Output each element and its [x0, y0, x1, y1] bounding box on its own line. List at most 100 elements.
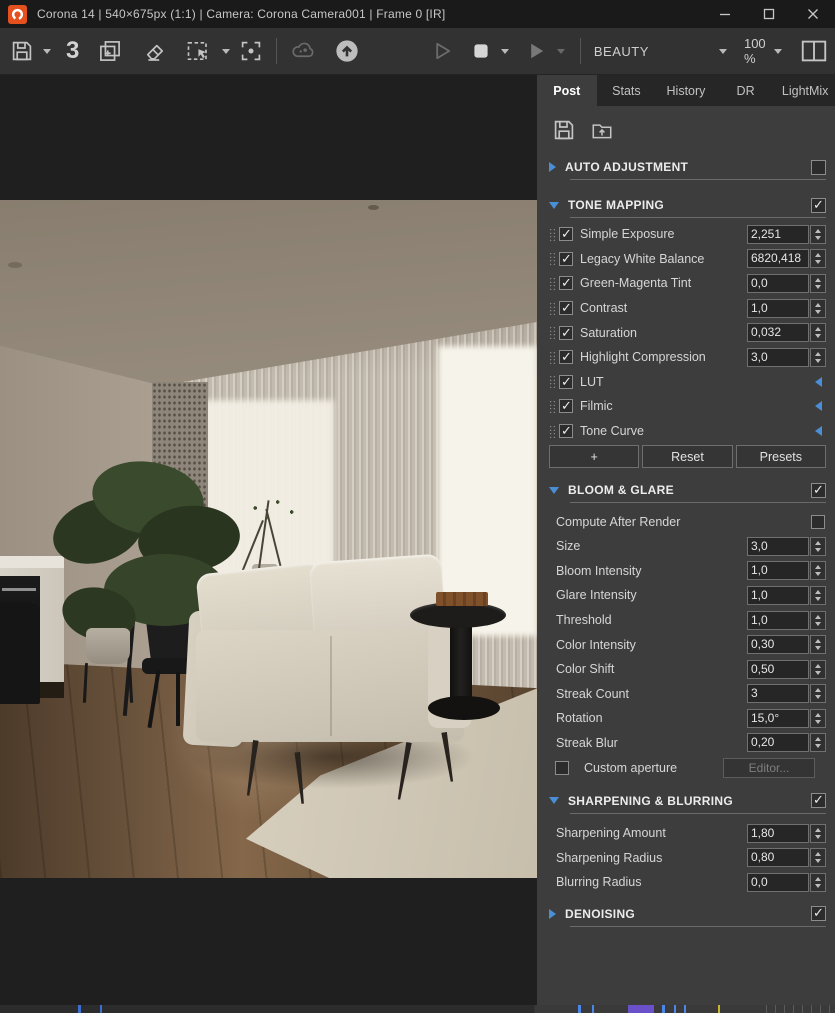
compute-after-render-checkbox[interactable] — [811, 514, 825, 529]
custom-aperture-checkbox[interactable] — [555, 760, 569, 775]
3dsmax-button[interactable]: 3 — [58, 37, 87, 65]
stop-dropdown-caret-icon[interactable] — [501, 48, 510, 54]
param-value-input[interactable]: 2,251 — [747, 224, 809, 244]
param-checkbox[interactable] — [559, 275, 573, 291]
spinner-arrows[interactable] — [810, 708, 826, 728]
spinner-arrows[interactable] — [810, 561, 826, 581]
start-render-button[interactable] — [520, 34, 552, 68]
drag-handle-icon[interactable] — [549, 399, 556, 413]
bloom-glare-checkbox[interactable] — [811, 482, 826, 498]
expand-left-triangle-icon[interactable] — [815, 376, 822, 387]
region-render-button[interactable] — [181, 34, 217, 68]
presets-button[interactable]: Presets — [735, 445, 826, 469]
render-cloud-button[interactable] — [286, 34, 322, 68]
duplicate-to-new-vfb-button[interactable] — [93, 34, 127, 68]
spinner-arrows[interactable] — [810, 323, 826, 343]
spinner-arrows[interactable] — [810, 536, 826, 556]
param-value-input[interactable]: 1,80 — [747, 823, 809, 843]
param-checkbox[interactable] — [559, 226, 573, 242]
render-element-dropdown[interactable]: BEAUTY — [594, 44, 730, 59]
tone-mapping-checkbox[interactable] — [811, 197, 826, 213]
param-value-input[interactable]: 15,0° — [747, 708, 809, 728]
clear-vfb-button[interactable] — [139, 34, 171, 68]
spinner-arrows[interactable] — [810, 347, 826, 367]
param-value-input[interactable]: 0,30 — [747, 635, 809, 655]
param-value-input[interactable]: 3 — [747, 684, 809, 704]
denoising-checkbox[interactable] — [811, 905, 826, 922]
spinner-arrows[interactable] — [810, 733, 826, 753]
param-value-input[interactable]: 1,0 — [747, 298, 809, 318]
section-auto-adjustment[interactable]: AUTO ADJUSTMENT — [549, 157, 826, 180]
spinner-arrows[interactable] — [810, 585, 826, 605]
tab-lightmix[interactable]: LightMix — [775, 75, 835, 106]
param-value-input[interactable]: 0,20 — [747, 733, 809, 753]
spinner-arrows[interactable] — [810, 224, 826, 244]
param-value-input[interactable]: 0,032 — [747, 323, 809, 343]
spinner-arrows[interactable] — [810, 659, 826, 679]
param-value-input[interactable]: 6820,418 — [747, 249, 809, 269]
save-settings-button[interactable] — [551, 117, 577, 143]
save-dropdown-caret-icon[interactable] — [43, 48, 51, 54]
maximize-button[interactable] — [747, 0, 791, 28]
spinner-arrows[interactable] — [810, 823, 826, 843]
load-settings-button[interactable] — [589, 117, 615, 143]
collapse-triangle-icon[interactable] — [549, 797, 559, 805]
expand-left-triangle-icon[interactable] — [815, 401, 822, 412]
tab-history[interactable]: History — [656, 75, 716, 106]
corona-upload-button[interactable] — [330, 34, 364, 68]
param-checkbox[interactable] — [559, 423, 573, 439]
param-checkbox[interactable] — [559, 300, 573, 316]
drag-handle-icon[interactable] — [549, 301, 556, 315]
stop-render-button[interactable] — [466, 34, 496, 68]
add-operator-button[interactable]: + — [549, 445, 640, 469]
drag-handle-icon[interactable] — [549, 350, 556, 364]
param-value-input[interactable]: 0,0 — [747, 872, 809, 892]
section-sharpening-blurring[interactable]: SHARPENING & BLURRING — [549, 791, 826, 814]
param-checkbox[interactable] — [559, 325, 573, 341]
tab-dr[interactable]: DR — [716, 75, 776, 106]
spinner-arrows[interactable] — [810, 872, 826, 892]
reset-button[interactable]: Reset — [642, 445, 733, 469]
param-checkbox[interactable] — [559, 374, 573, 390]
spinner-arrows[interactable] — [810, 273, 826, 293]
close-button[interactable] — [791, 0, 835, 28]
focus-pixel-button[interactable] — [235, 34, 267, 68]
param-value-input[interactable]: 1,0 — [747, 585, 809, 605]
spinner-arrows[interactable] — [810, 848, 826, 868]
section-bloom-glare[interactable]: BLOOM & GLARE — [549, 480, 826, 504]
param-value-input[interactable]: 3,0 — [747, 536, 809, 556]
drag-handle-icon[interactable] — [549, 227, 556, 241]
spinner-arrows[interactable] — [810, 298, 826, 318]
save-image-button[interactable] — [6, 34, 38, 68]
ab-compare-button[interactable] — [795, 34, 833, 68]
section-denoising[interactable]: DENOISING — [549, 904, 826, 927]
param-value-input[interactable]: 1,0 — [747, 610, 809, 630]
zoom-dropdown[interactable]: 100 % — [744, 36, 785, 66]
spinner-arrows[interactable] — [810, 610, 826, 630]
collapse-triangle-icon[interactable] — [549, 201, 559, 209]
param-value-input[interactable]: 0,80 — [747, 848, 809, 868]
tab-stats[interactable]: Stats — [597, 75, 657, 106]
param-checkbox[interactable] — [559, 251, 573, 267]
spinner-arrows[interactable] — [810, 635, 826, 655]
expand-triangle-icon[interactable] — [549, 162, 556, 172]
render-start-ir-button[interactable] — [426, 34, 458, 68]
spinner-arrows[interactable] — [810, 684, 826, 704]
section-tone-mapping[interactable]: TONE MAPPING — [549, 195, 826, 218]
spinner-arrows[interactable] — [810, 249, 826, 269]
param-value-input[interactable]: 0,50 — [747, 659, 809, 679]
drag-handle-icon[interactable] — [549, 424, 556, 438]
drag-handle-icon[interactable] — [549, 375, 556, 389]
expand-left-triangle-icon[interactable] — [815, 426, 822, 437]
sharpening-blurring-checkbox[interactable] — [811, 792, 826, 809]
param-value-input[interactable]: 3,0 — [747, 347, 809, 367]
tab-post[interactable]: Post — [537, 75, 597, 106]
auto-adjustment-checkbox[interactable] — [811, 159, 826, 175]
collapse-triangle-icon[interactable] — [549, 486, 559, 494]
param-value-input[interactable]: 0,0 — [747, 273, 809, 293]
drag-handle-icon[interactable] — [549, 252, 556, 266]
region-dropdown-caret-icon[interactable] — [222, 48, 231, 54]
expand-triangle-icon[interactable] — [549, 908, 556, 919]
aperture-editor-button[interactable]: Editor... — [723, 757, 815, 778]
drag-handle-icon[interactable] — [549, 326, 556, 340]
